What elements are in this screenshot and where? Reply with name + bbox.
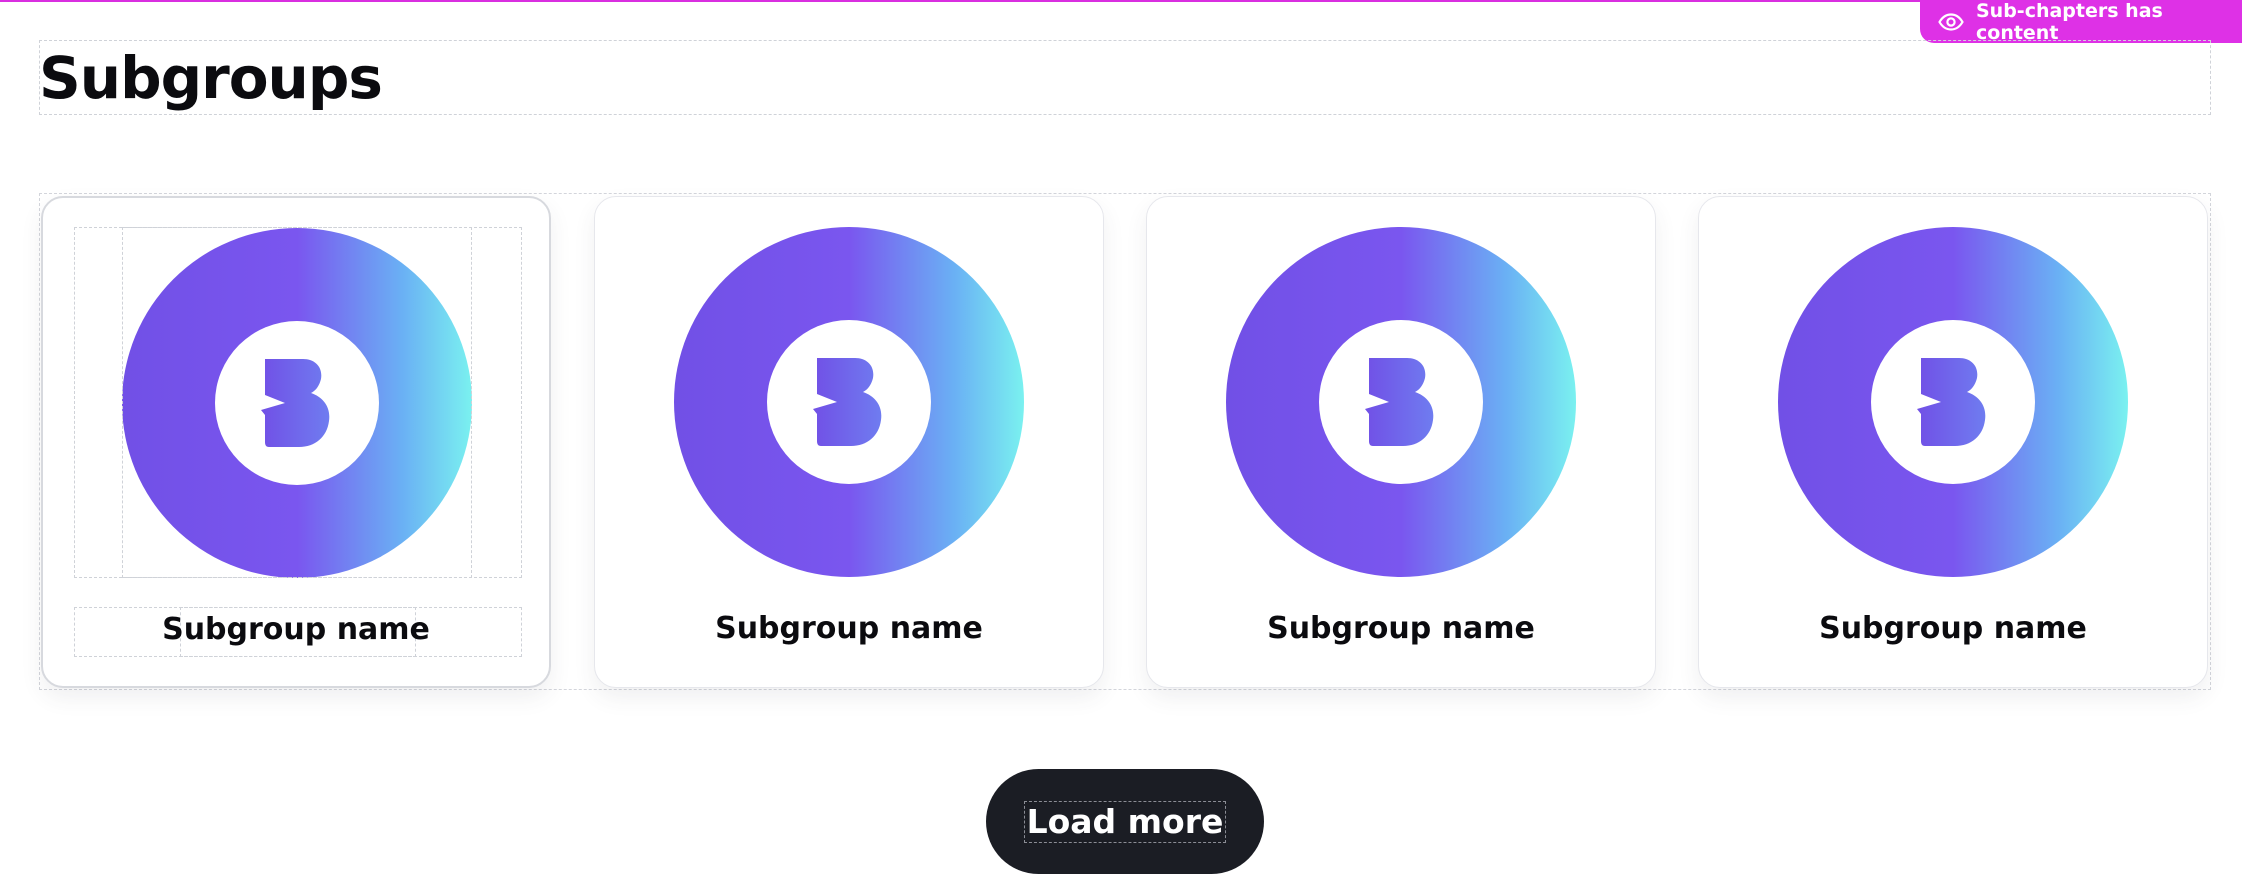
subgroup-name: Subgroup name [715,611,983,646]
subgroup-avatar [674,227,1024,577]
subgroup-card[interactable]: Subgroup name [594,196,1104,688]
subgroup-avatar [1226,227,1576,577]
b-logo-icon [1917,358,1986,446]
subgroup-card[interactable]: Subgroup name [41,196,551,688]
badge-label: Sub-chapters has content [1976,0,2163,44]
subgroup-card[interactable]: Subgroup name [1698,196,2208,688]
subgroup-card[interactable]: Subgroup name [1146,196,1656,688]
subgroup-name: Subgroup name [1267,611,1535,646]
eye-icon [1938,12,1964,31]
subgroup-avatar [1778,227,2128,577]
subgroup-name: Subgroup name [1819,611,2087,646]
subgroup-avatar [122,228,472,578]
subgroup-name: Subgroup name [162,612,430,647]
load-more-button[interactable]: Load more [986,769,1264,874]
section-title: Subgroups [39,44,383,112]
load-more-label: Load more [1023,800,1227,843]
editor-top-border [0,0,2242,2]
b-logo-icon [813,358,882,446]
content-status-badge[interactable]: Sub-chapters has content [1920,0,2242,44]
b-logo-icon [1365,358,1434,446]
b-logo-icon [261,359,330,447]
